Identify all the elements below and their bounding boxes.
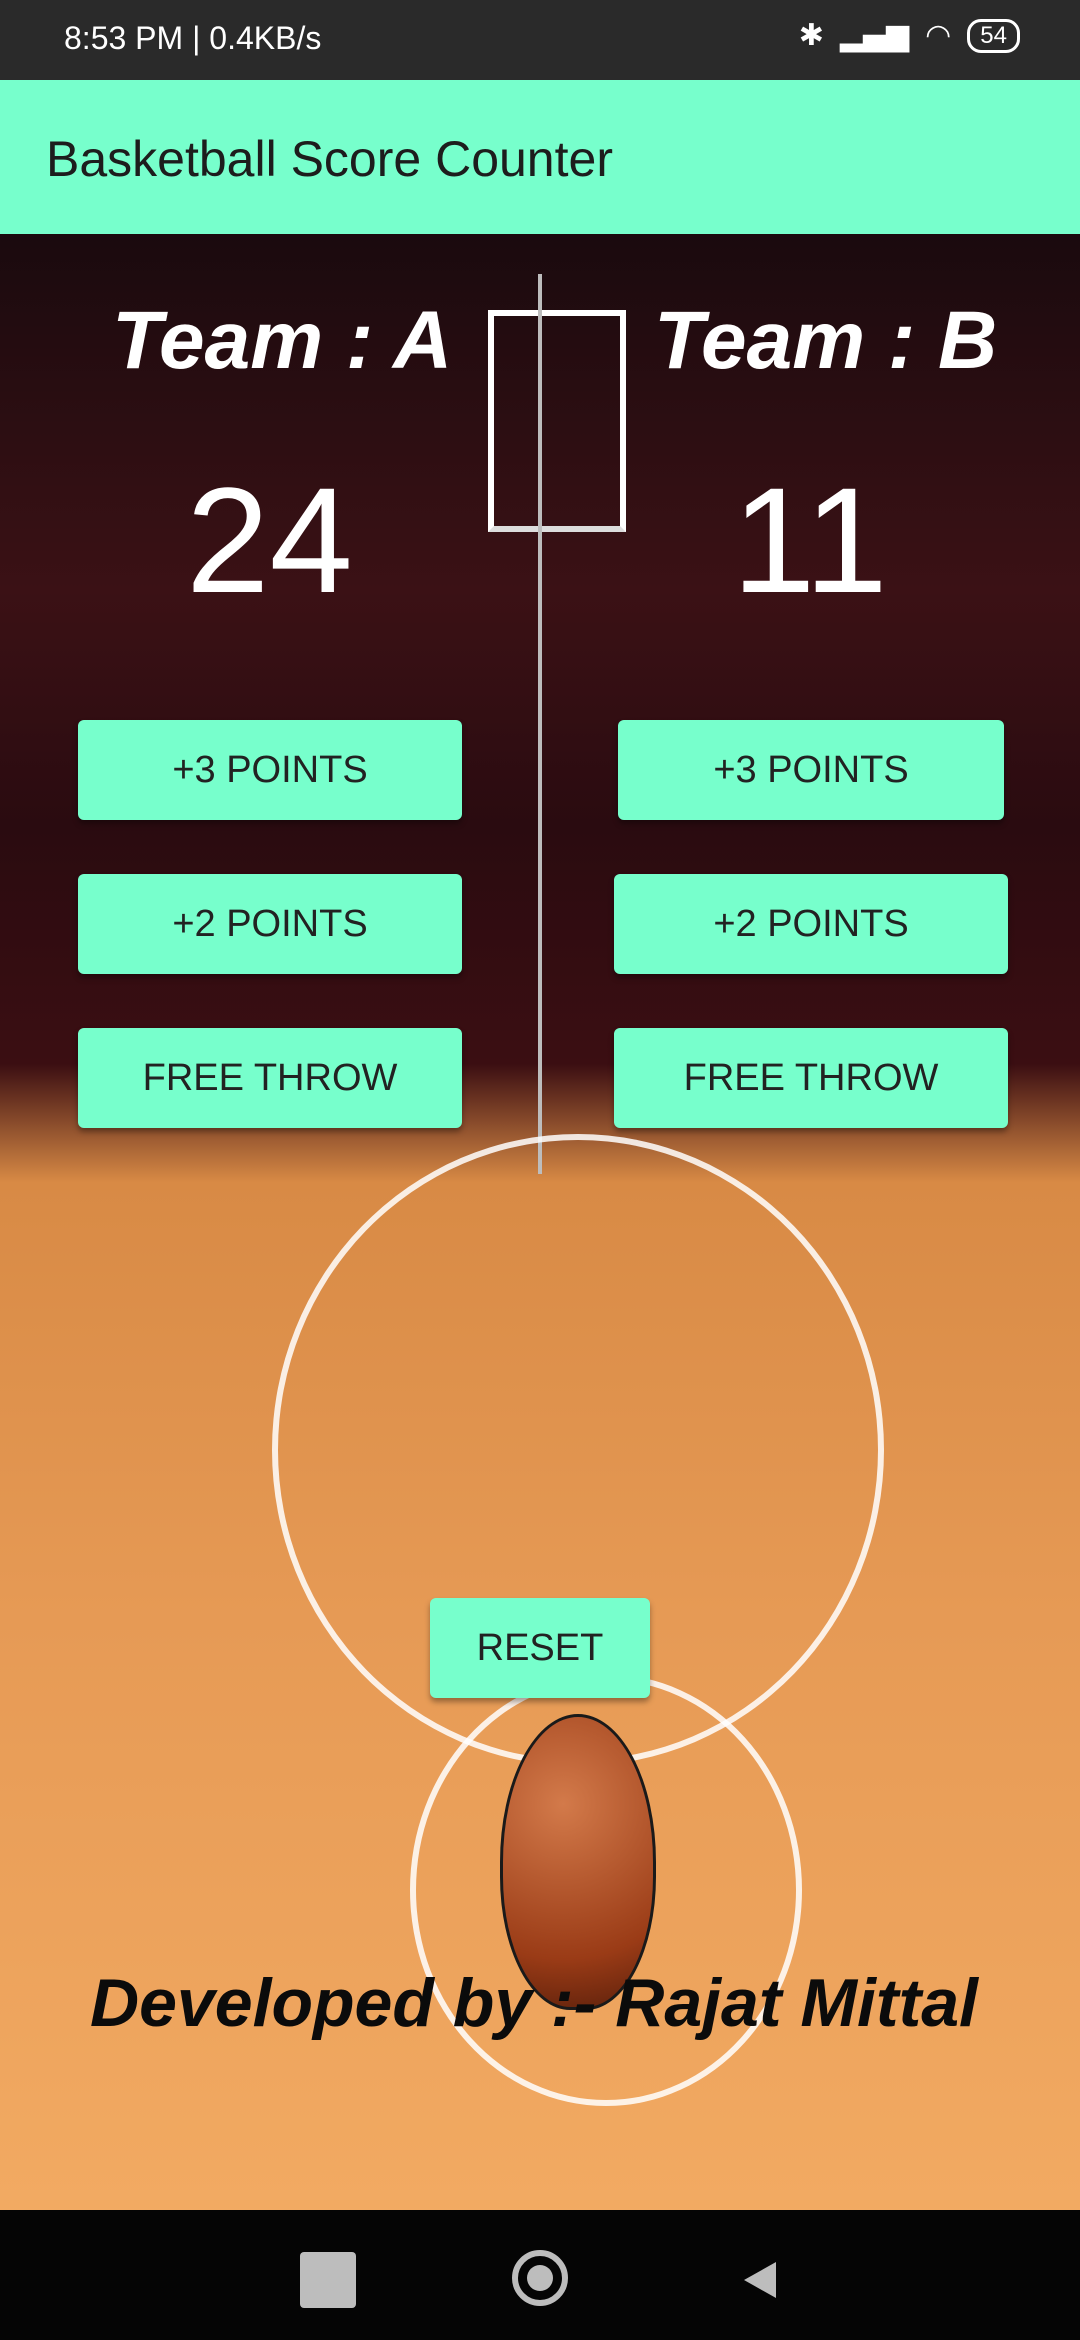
wifi-icon: ◠	[925, 18, 952, 53]
status-icons: ✱ ▂▄▆ ◠ 54	[799, 18, 1020, 53]
navigation-bar	[0, 2210, 1080, 2340]
team-b-plus2-label: +2 POINTS	[713, 902, 909, 945]
team-a-free-throw-button[interactable]: FREE THROW	[78, 1028, 462, 1128]
team-a-name: Team : A	[112, 295, 453, 386]
signal-icon: ▂▄▆	[839, 18, 910, 53]
team-a-plus3-label: +3 POINTS	[172, 748, 368, 791]
main-content: Team : A Team : B 24 11 +3 POINTS +2 POI…	[0, 234, 1080, 2210]
status-bar: 8:53 PM | 0.4KB/s ✱ ▂▄▆ ◠ 54	[0, 0, 1080, 80]
team-a-plus2-label: +2 POINTS	[172, 902, 368, 945]
home-icon[interactable]	[512, 2250, 568, 2306]
team-a-plus3-button[interactable]: +3 POINTS	[78, 720, 462, 820]
battery-indicator: 54	[967, 18, 1020, 53]
team-b-name: Team : B	[654, 295, 998, 386]
team-b-plus3-label: +3 POINTS	[713, 748, 909, 791]
basket-backboard	[488, 310, 626, 532]
app-title: Basketball Score Counter	[46, 131, 613, 187]
team-b-free-throw-button[interactable]: FREE THROW	[614, 1028, 1008, 1128]
center-divider	[538, 274, 542, 1174]
team-a-free-throw-label: FREE THROW	[142, 1056, 398, 1099]
team-b-free-throw-label: FREE THROW	[683, 1056, 939, 1099]
reset-label: RESET	[476, 1626, 604, 1669]
team-b-plus2-button[interactable]: +2 POINTS	[614, 874, 1008, 974]
team-a-score: 24	[186, 456, 353, 624]
team-b-score: 11	[732, 456, 888, 624]
back-icon[interactable]	[744, 2262, 776, 2298]
developer-credit: Developed by :- Rajat Mittal	[90, 1965, 978, 2041]
reset-button[interactable]: RESET	[430, 1598, 650, 1698]
status-time-speed: 8:53 PM | 0.4KB/s	[64, 20, 322, 56]
recent-apps-icon[interactable]	[300, 2252, 356, 2308]
app-bar: Basketball Score Counter	[0, 80, 1080, 234]
team-b-plus3-button[interactable]: +3 POINTS	[618, 720, 1004, 820]
team-a-plus2-button[interactable]: +2 POINTS	[78, 874, 462, 974]
bluetooth-icon: ✱	[798, 18, 824, 53]
